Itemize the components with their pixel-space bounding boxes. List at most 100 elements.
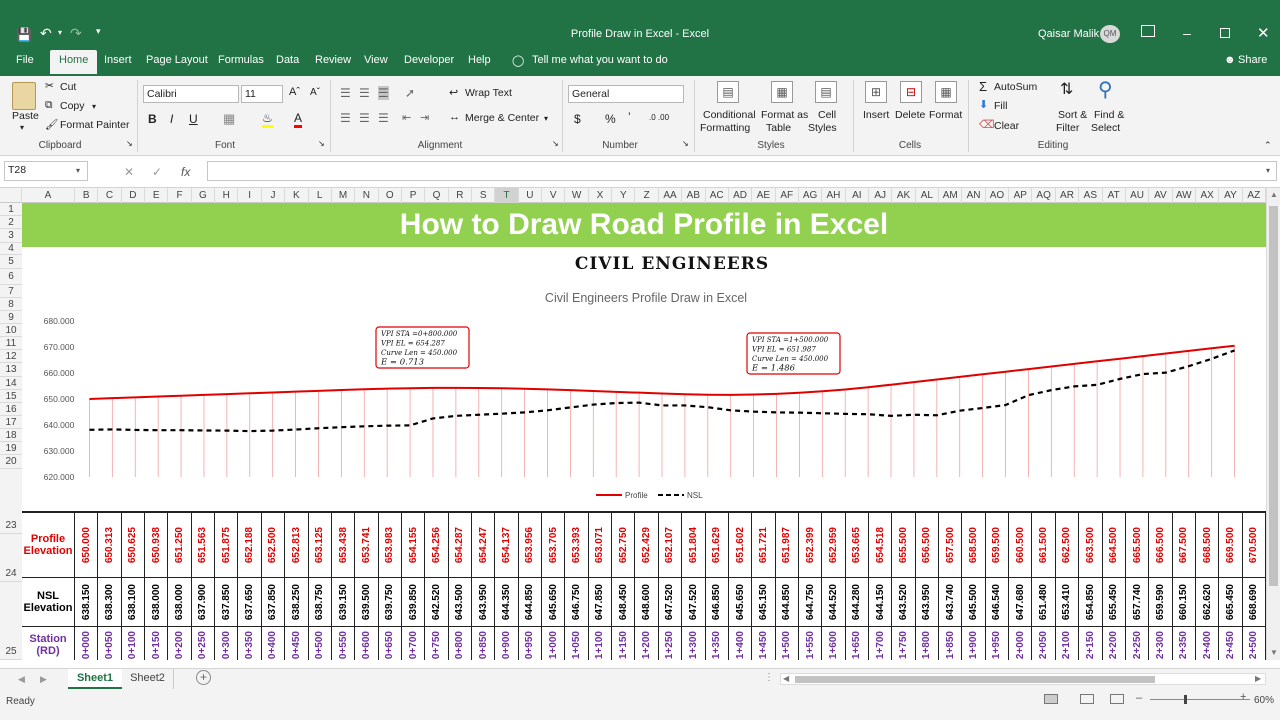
column-header-cell[interactable]: D (122, 188, 146, 203)
align-middle-icon[interactable]: ☰ (359, 86, 370, 100)
profile-elevation-cell[interactable]: 654.287 (448, 513, 472, 578)
align-left-icon[interactable]: ☰ (340, 111, 351, 125)
nsl-elevation-cell[interactable]: 644.750 (798, 578, 823, 627)
sheet-scroll-right-icon[interactable]: ▶ (40, 674, 47, 685)
nsl-elevation-cell[interactable]: 646.540 (985, 578, 1010, 627)
nsl-elevation-cell[interactable]: 662.620 (1195, 578, 1220, 627)
profile-elevation-cell[interactable]: 653.125 (308, 513, 332, 578)
profile-elevation-cell[interactable]: 653.071 (588, 513, 613, 578)
station-cell[interactable]: 1+200 (635, 627, 659, 660)
column-header-cell[interactable]: K (285, 188, 309, 203)
profile-elevation-cell[interactable]: 668.500 (1195, 513, 1220, 578)
nsl-elevation-cell[interactable]: 643.950 (915, 578, 940, 627)
bold-icon[interactable]: B (148, 112, 157, 126)
station-cell[interactable]: 2+050 (1032, 627, 1056, 660)
nsl-elevation-cell[interactable]: 654.850 (1079, 578, 1103, 627)
insert-function-icon[interactable]: fx (181, 165, 190, 179)
restore-icon[interactable] (1220, 28, 1230, 38)
profile-elevation-cell[interactable]: 664.500 (1102, 513, 1126, 578)
column-header-cell[interactable]: P (402, 188, 426, 203)
row-header-cell[interactable]: 8 (0, 298, 22, 311)
minimize-icon[interactable]: – (1183, 25, 1191, 41)
column-header-cell[interactable]: AC (706, 188, 729, 203)
number-launcher-icon[interactable]: ↘ (682, 139, 689, 148)
station-cell[interactable]: 1+300 (682, 627, 706, 660)
font-color-icon[interactable]: A (294, 111, 303, 128)
nsl-elevation-cell[interactable]: 646.750 (565, 578, 589, 627)
column-header-cell[interactable]: J (262, 188, 286, 203)
tab-help[interactable]: Help (468, 54, 491, 66)
clear-button[interactable]: Clear (994, 120, 1019, 132)
column-header-cell[interactable]: AP (1009, 188, 1033, 203)
comma-icon[interactable]: ’ (628, 110, 631, 124)
alignment-launcher-icon[interactable]: ↘ (552, 139, 559, 148)
format-as-table-button[interactable]: Format as (761, 109, 808, 121)
row-header-cell[interactable]: 20 (0, 455, 22, 469)
station-cell[interactable]: 1+700 (869, 627, 893, 660)
nsl-elevation-cell[interactable]: 644.350 (495, 578, 519, 627)
undo-icon[interactable]: ↶ (40, 25, 52, 42)
nsl-elevation-cell[interactable]: 644.150 (869, 578, 893, 627)
profile-elevation-cell[interactable]: 651.804 (682, 513, 706, 578)
nsl-elevation-cell[interactable]: 645.150 (752, 578, 776, 627)
nsl-elevation-cell[interactable]: 668.690 (1242, 578, 1266, 627)
column-header-cell[interactable]: Q (425, 188, 449, 203)
merge-dropdown-icon[interactable]: ▾ (544, 114, 548, 123)
station-cell[interactable]: 0+500 (309, 627, 332, 660)
profile-elevation-cell[interactable]: 659.500 (985, 513, 1010, 578)
station-cell[interactable]: 2+500 (1243, 627, 1266, 660)
insert-cells-icon[interactable]: ⊞ (865, 81, 887, 103)
tab-page-layout[interactable]: Page Layout (146, 54, 208, 66)
column-header-cell[interactable]: W (565, 188, 589, 203)
nsl-elevation-cell[interactable]: 643.950 (472, 578, 496, 627)
nsl-elevation-cell[interactable]: 653.410 (1055, 578, 1080, 627)
wrap-text-button[interactable]: Wrap Text (465, 87, 512, 99)
row-header-cell[interactable]: 1 (0, 203, 22, 216)
normal-view-icon[interactable] (1044, 694, 1058, 704)
station-cell[interactable]: 1+950 (986, 627, 1010, 660)
borders-icon[interactable]: ▦ (223, 111, 235, 127)
vertical-scroll-thumb[interactable] (1269, 206, 1278, 586)
station-cell[interactable]: 1+450 (752, 627, 776, 660)
row-header-cell[interactable]: 19 (0, 442, 22, 455)
profile-elevation-cell[interactable]: 654.247 (472, 513, 496, 578)
nsl-elevation-cell[interactable]: 639.500 (355, 578, 379, 627)
font-name-select[interactable]: Calibri (143, 85, 239, 103)
column-header-cell[interactable]: U (519, 188, 543, 203)
nsl-elevation-cell[interactable]: 648.450 (612, 578, 636, 627)
profile-elevation-cell[interactable]: 654.256 (425, 513, 449, 578)
collapse-ribbon-icon[interactable]: ⌃ (1264, 140, 1272, 151)
profile-elevation-cell[interactable]: 663.500 (1079, 513, 1103, 578)
station-cell[interactable]: 1+050 (565, 627, 589, 660)
profile-elevation-cell[interactable]: 669.500 (1219, 513, 1243, 578)
styles-label[interactable]: Styles (808, 122, 837, 134)
station-cell[interactable]: 2+250 (1126, 627, 1150, 660)
column-header-cell[interactable]: AO (986, 188, 1010, 203)
cancel-icon[interactable]: ✕ (124, 165, 134, 179)
nsl-elevation-cell[interactable]: 638.150 (75, 578, 99, 627)
column-header-cell[interactable]: AH (822, 188, 846, 203)
profile-elevation-cell[interactable]: 651.875 (215, 513, 239, 578)
column-header-cell[interactable]: B (75, 188, 99, 203)
station-cell[interactable]: 1+250 (659, 627, 683, 660)
column-header-cell[interactable]: AF (776, 188, 799, 203)
profile-elevation-cell[interactable]: 652.500 (261, 513, 286, 578)
row-header-cell[interactable]: 9 (0, 311, 22, 324)
nsl-elevation-cell[interactable]: 647.520 (658, 578, 683, 627)
nsl-elevation-cell[interactable]: 643.520 (892, 578, 916, 627)
align-center-icon[interactable]: ☰ (359, 111, 370, 125)
row-header-cell[interactable]: 16 (0, 403, 22, 416)
profile-elevation-cell[interactable]: 652.813 (285, 513, 309, 578)
station-cell[interactable]: 1+000 (542, 627, 566, 660)
nsl-elevation-cell[interactable]: 647.520 (682, 578, 706, 627)
avatar[interactable]: QM (1100, 25, 1120, 43)
nsl-elevation-cell[interactable]: 642.520 (425, 578, 449, 627)
sheet-options-icon[interactable]: ⋮ (764, 672, 774, 683)
profile-elevation-cell[interactable]: 651.987 (775, 513, 799, 578)
station-cell[interactable]: 1+800 (916, 627, 940, 660)
column-header-cell[interactable]: AJ (869, 188, 893, 203)
nsl-elevation-cell[interactable]: 644.850 (775, 578, 799, 627)
nsl-elevation-cell[interactable]: 639.750 (378, 578, 402, 627)
profile-elevation-cell[interactable]: 650.313 (98, 513, 122, 578)
delete-cells-icon[interactable]: ⊟ (900, 81, 922, 103)
